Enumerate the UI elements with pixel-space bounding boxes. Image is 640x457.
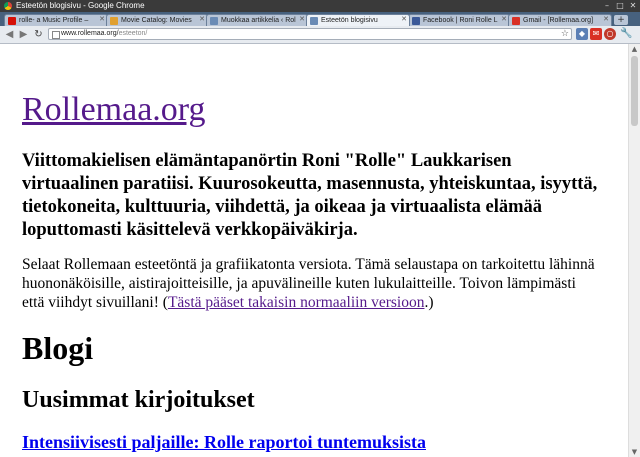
lastfm-icon [8, 17, 16, 25]
opera-style-icon[interactable]: ○ [604, 28, 616, 40]
site-title-link[interactable]: Rollemaa.org [22, 92, 602, 128]
page-icon [310, 17, 318, 25]
url-path: esteeton/ [118, 30, 148, 37]
tab-muokkaa[interactable]: Muokkaa artikkelia ‹ Rol ✕ [206, 14, 308, 26]
tab-label: Esteetön blogisivu [321, 17, 378, 24]
window-titlebar: Esteetön blogisivu - Google Chrome – □ ✕ [0, 0, 640, 12]
tab-label: rolle- a Music Profile – [19, 17, 89, 24]
page-info-icon[interactable] [52, 31, 60, 39]
normal-version-link[interactable]: Tästä pääset takaisin normaaliin versioo… [168, 294, 425, 311]
tab-movie-catalog[interactable]: Movie Catalog: Movies ✕ [106, 14, 208, 26]
back-icon[interactable]: ◀ [3, 28, 16, 41]
gmail-checker-icon[interactable]: ✉ [590, 28, 602, 40]
tab-label: Facebook | Roni Rolle L [423, 17, 498, 24]
intro-end: .) [424, 294, 434, 311]
site-tagline: Viittomakielisen elämäntapanörtin Roni "… [22, 151, 598, 240]
extension-icon[interactable]: ◆ [576, 28, 588, 40]
tab-close-icon[interactable]: ✕ [603, 15, 609, 23]
window-controls: – □ ✕ [602, 1, 638, 10]
vertical-scrollbar[interactable]: ▲ ▼ [628, 44, 640, 457]
address-bar[interactable]: www.rollemaa.org/esteeton/ ☆ [48, 28, 572, 40]
tab-close-icon[interactable]: ✕ [401, 15, 407, 23]
post-title-link[interactable]: Intensiivisesti paljaille: Rolle raporto… [22, 431, 602, 453]
tab-close-icon[interactable]: ✕ [299, 15, 305, 23]
tab-label: Muokkaa artikkelia ‹ Rol [221, 17, 296, 24]
gmail-icon [512, 17, 520, 25]
scroll-thumb[interactable] [631, 56, 638, 126]
facebook-icon [412, 17, 420, 25]
maximize-icon[interactable]: □ [615, 1, 625, 10]
new-tab-button[interactable]: + [614, 15, 628, 25]
tab-gmail[interactable]: Gmail - [Rollemaa.org] ✕ [508, 14, 612, 26]
tab-close-icon[interactable]: ✕ [501, 15, 507, 23]
bookmark-star-icon[interactable]: ☆ [561, 29, 569, 39]
forward-icon[interactable]: ▶ [17, 28, 30, 41]
tab-label: Gmail - [Rollemaa.org] [523, 17, 594, 24]
url-host: www.rollemaa.org/ [61, 30, 119, 37]
tab-facebook[interactable]: Facebook | Roni Rolle L ✕ [408, 14, 510, 26]
tab-strip: rolle- a Music Profile – ✕ Movie Catalog… [0, 12, 640, 26]
tab-lastfm[interactable]: rolle- a Music Profile – ✕ [4, 14, 108, 26]
tab-close-icon[interactable]: ✕ [199, 15, 205, 23]
page-body: Rollemaa.org Viittomakielisen elämäntapa… [22, 92, 602, 453]
tab-label: Movie Catalog: Movies [121, 17, 192, 24]
chrome-icon [4, 2, 12, 10]
scroll-down-icon[interactable]: ▼ [629, 447, 640, 457]
scroll-up-icon[interactable]: ▲ [629, 44, 640, 54]
recent-posts-heading: Uusimmat kirjoitukset [22, 387, 255, 413]
page-icon [210, 17, 218, 25]
page-viewport: Rollemaa.org Viittomakielisen elämäntapa… [0, 44, 628, 457]
minimize-icon[interactable]: – [602, 1, 612, 10]
browser-toolbar: ◀ ▶ ↻ www.rollemaa.org/esteeton/ ☆ ◆ ✉ ○… [0, 26, 640, 44]
reload-icon[interactable]: ↻ [32, 28, 45, 41]
window-title: Esteetön blogisivu - Google Chrome [16, 1, 145, 10]
wrench-menu-icon[interactable]: 🔧 [620, 28, 632, 40]
tab-esteeton[interactable]: Esteetön blogisivu ✕ [306, 14, 410, 26]
intro-paragraph: Selaat Rollemaan esteetöntä ja grafiikat… [22, 255, 602, 312]
close-icon[interactable]: ✕ [628, 1, 638, 10]
folder-icon [110, 17, 118, 25]
blog-heading: Blogi [22, 330, 94, 366]
tab-close-icon[interactable]: ✕ [99, 15, 105, 23]
